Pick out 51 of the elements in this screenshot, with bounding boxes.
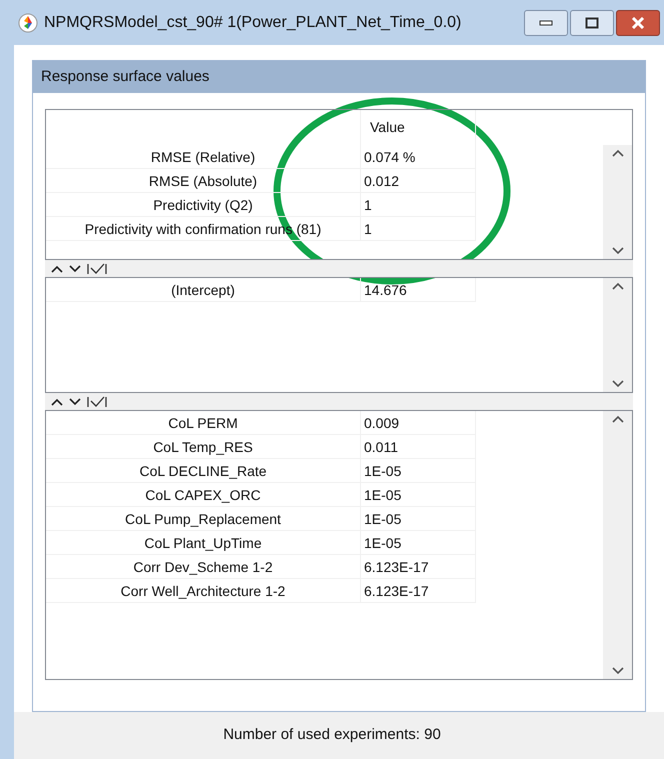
move-down-icon[interactable] — [69, 264, 81, 272]
row-label: (Intercept) — [46, 278, 361, 302]
scrollbar[interactable] — [603, 145, 632, 259]
check-icon[interactable] — [87, 262, 107, 274]
row-label: CoL DECLINE_Rate — [46, 459, 361, 483]
scroll-down-icon[interactable] — [612, 380, 624, 388]
table-cell: 6.123E-17 — [361, 555, 476, 579]
row-label: CoL PERM — [46, 411, 361, 435]
scrollbar[interactable] — [603, 278, 632, 392]
app-logo-icon — [18, 12, 38, 32]
row-label: CoL CAPEX_ORC — [46, 483, 361, 507]
close-button[interactable] — [616, 10, 660, 36]
check-icon[interactable] — [87, 396, 107, 408]
row-label: CoL Pump_Replacement — [46, 507, 361, 531]
table-cell: 1E-05 — [361, 507, 476, 531]
scroll-up-icon[interactable] — [612, 415, 624, 423]
table-cell: 0.012 — [361, 169, 476, 193]
table-cell: 6.123E-17 — [361, 579, 476, 603]
row-label: Corr Well_Architecture 1-2 — [46, 579, 361, 603]
window-title: NPMQRSModel_cst_90# 1(Power_PLANT_Net_Time_0.0) — [44, 12, 462, 32]
scroll-up-icon[interactable] — [612, 282, 624, 290]
scroll-down-icon[interactable] — [612, 247, 624, 255]
table-cell: 0.074 % — [361, 145, 476, 169]
scrollbar[interactable] — [603, 411, 632, 679]
table-cell: 1E-05 — [361, 531, 476, 555]
table-cell: 0.011 — [361, 435, 476, 459]
row-label: CoL Plant_UpTime — [46, 531, 361, 555]
row-label: RMSE (Relative) — [46, 145, 361, 169]
maximize-button[interactable] — [570, 10, 614, 36]
table-cell: 0.009 — [361, 411, 476, 435]
table-cell: 1 — [361, 193, 476, 217]
row-label: RMSE (Absolute) — [46, 169, 361, 193]
maximize-icon — [585, 16, 599, 28]
row-label: Corr Dev_Scheme 1-2 — [46, 555, 361, 579]
table-cell: 1E-05 — [361, 459, 476, 483]
close-icon — [631, 16, 645, 28]
move-up-icon[interactable] — [51, 398, 63, 406]
move-down-icon[interactable] — [69, 398, 81, 406]
scroll-up-icon[interactable] — [612, 149, 624, 157]
table-cell: 1E-05 — [361, 483, 476, 507]
minimize-icon — [539, 20, 553, 26]
status-bar: Number of used experiments: 90 — [14, 712, 664, 759]
scroll-down-icon[interactable] — [612, 667, 624, 675]
minimize-button[interactable] — [524, 10, 568, 36]
panel-header: Response surface values — [33, 61, 645, 93]
column-header: Value — [361, 110, 476, 145]
move-up-icon[interactable] — [51, 264, 63, 272]
table-cell: 1 — [361, 217, 476, 241]
row-label: CoL Temp_RES — [46, 435, 361, 459]
table-cell: 14.676 — [361, 278, 476, 302]
row-label: Predictivity (Q2) — [46, 193, 361, 217]
